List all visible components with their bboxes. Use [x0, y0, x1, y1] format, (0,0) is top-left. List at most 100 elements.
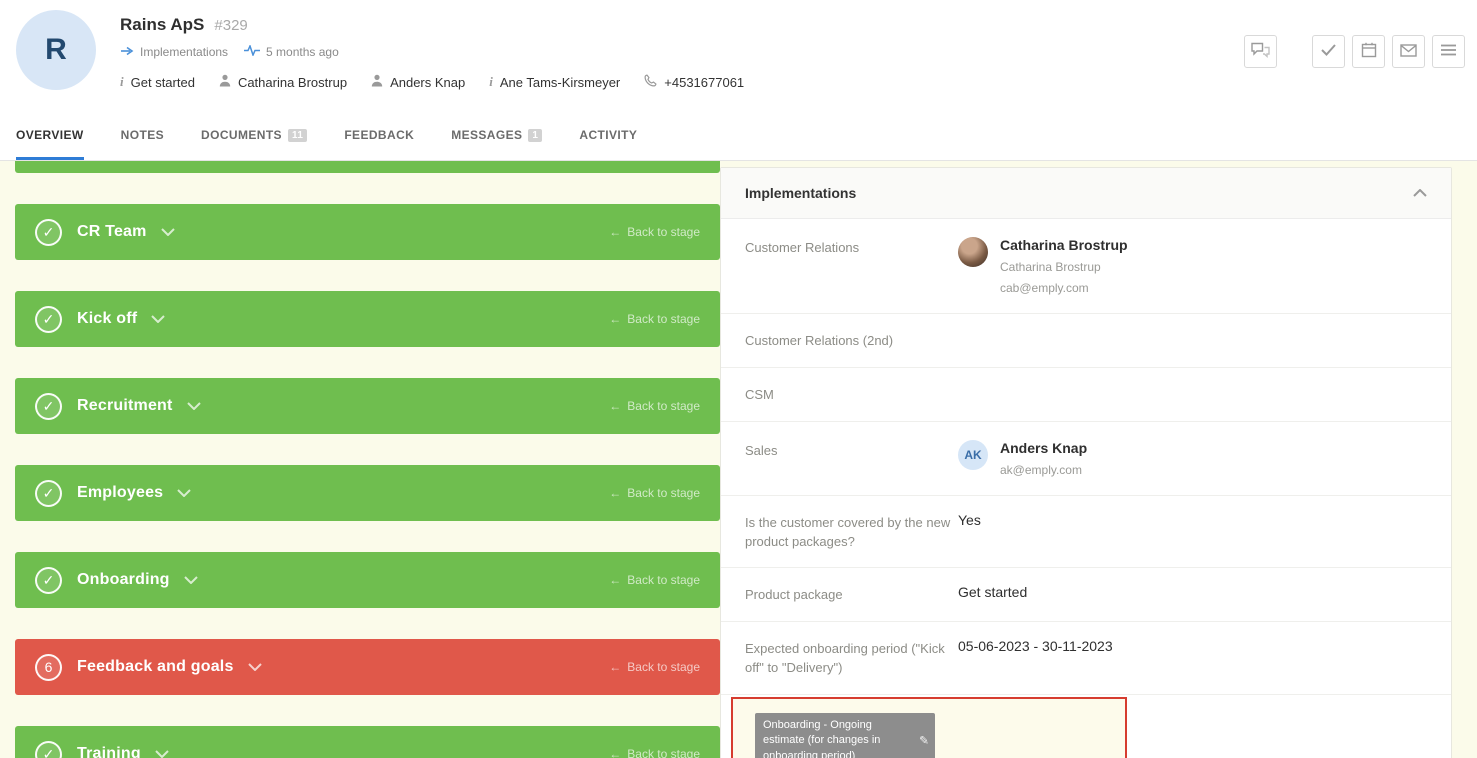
edit-pencil-icon[interactable]: ✎ [919, 733, 929, 750]
back-arrow-icon: ← [609, 312, 621, 326]
back-to-stage-link[interactable]: ←Back to stage [609, 573, 700, 587]
person-icon [219, 74, 231, 90]
stage-card-partial[interactable] [15, 161, 720, 173]
field-label: Sales [745, 440, 958, 477]
meta-person-1[interactable]: Catharina Brostrup [219, 74, 347, 90]
tab-overview[interactable]: OVERVIEW [16, 110, 84, 160]
comments-button[interactable] [1244, 35, 1277, 68]
back-to-stage-link[interactable]: ←Back to stage [609, 225, 700, 239]
back-arrow-icon: ← [609, 399, 621, 413]
stage-list: ✓ CR Team ←Back to stage ✓ Kick off ←Bac… [15, 161, 720, 758]
field-value: Yes [958, 512, 1427, 552]
back-arrow-icon: ← [609, 747, 621, 758]
back-arrow-icon: ← [609, 225, 621, 239]
field-row-customer-relations-2nd: Customer Relations (2nd) [721, 314, 1451, 368]
anders-avatar: AK [958, 440, 988, 470]
implementations-panel: Implementations Customer Relations Catha… [720, 167, 1452, 758]
tasks-button[interactable] [1312, 35, 1345, 68]
main-content: ✓ CR Team ←Back to stage ✓ Kick off ←Bac… [0, 161, 1477, 758]
tab-notes[interactable]: NOTES [121, 110, 164, 160]
stage-number-badge: 6 [35, 654, 62, 681]
header-info: Rains ApS #329 Implementations 5 months … [120, 10, 744, 110]
stage-card-training[interactable]: ✓ Training ←Back to stage [15, 726, 720, 758]
tab-activity[interactable]: ACTIVITY [579, 110, 637, 160]
tab-documents[interactable]: DOCUMENTS11 [201, 110, 307, 160]
chevron-down-icon[interactable] [248, 663, 262, 671]
hamburger-icon [1441, 44, 1456, 59]
field-row-customer-relations: Customer Relations Catharina Brostrup Ca… [721, 219, 1451, 314]
field-row-onboarding-period: Expected onboarding period ("Kick off" t… [721, 622, 1451, 695]
person-name: Anders Knap [1000, 440, 1087, 456]
back-to-stage-link[interactable]: ←Back to stage [609, 660, 700, 674]
envelope-icon [1400, 44, 1417, 60]
page-title: Rains ApS [120, 15, 204, 35]
stage-card-employees[interactable]: ✓ Employees ←Back to stage [15, 465, 720, 521]
field-label: Customer Relations [745, 237, 958, 295]
field-row-sales: Sales AK Anders Knap ak@emply.com [721, 422, 1451, 496]
back-to-stage-link[interactable]: ←Back to stage [609, 312, 700, 326]
stage-check-icon: ✓ [35, 480, 62, 507]
back-arrow-icon: ← [609, 573, 621, 587]
calendar-button[interactable] [1352, 35, 1385, 68]
chevron-down-icon[interactable] [161, 228, 175, 236]
stage-check-icon: ✓ [35, 306, 62, 333]
person-name: Catharina Brostrup [1000, 237, 1128, 253]
arrow-right-icon [120, 45, 134, 59]
person-email: ak@emply.com [1000, 463, 1087, 477]
back-arrow-icon: ← [609, 486, 621, 500]
field-row-covered: Is the customer covered by the new produ… [721, 496, 1451, 569]
breadcrumb[interactable]: Implementations [140, 45, 228, 59]
back-to-stage-link[interactable]: ←Back to stage [609, 747, 700, 758]
stage-card-feedback-and-goals[interactable]: 6 Feedback and goals ←Back to stage [15, 639, 720, 695]
messages-count-badge: 1 [528, 129, 542, 142]
tab-messages[interactable]: MESSAGES1 [451, 110, 542, 160]
field-label: Expected onboarding period ("Kick off" t… [745, 638, 958, 678]
comments-icon [1251, 42, 1270, 61]
field-tooltip-chip[interactable]: Onboarding - Ongoing estimate (for chang… [755, 713, 935, 758]
info-icon: i [120, 74, 124, 90]
stage-card-kick-off[interactable]: ✓ Kick off ←Back to stage [15, 291, 720, 347]
menu-button[interactable] [1432, 35, 1465, 68]
back-arrow-icon: ← [609, 660, 621, 674]
field-label: Is the customer covered by the new produ… [745, 512, 958, 552]
back-to-stage-link[interactable]: ←Back to stage [609, 486, 700, 500]
chevron-down-icon[interactable] [187, 402, 201, 410]
back-to-stage-link[interactable]: ←Back to stage [609, 399, 700, 413]
stage-card-cr-team[interactable]: ✓ CR Team ←Back to stage [15, 204, 720, 260]
meta-phone[interactable]: +4531677061 [644, 74, 744, 90]
stage-check-icon: ✓ [35, 741, 62, 758]
chevron-down-icon[interactable] [151, 315, 165, 323]
annotation-highlight-box: Onboarding - Ongoing estimate (for chang… [731, 697, 1127, 758]
tab-feedback[interactable]: FEEDBACK [344, 110, 414, 160]
header-actions [1244, 10, 1465, 110]
phone-icon [644, 74, 657, 90]
age-text: 5 months ago [266, 45, 339, 59]
header: R Rains ApS #329 Implementations 5 month… [0, 0, 1477, 110]
check-icon [1321, 44, 1336, 59]
person-email: cab@emply.com [1000, 281, 1128, 295]
stage-check-icon: ✓ [35, 219, 62, 246]
chevron-down-icon[interactable] [177, 489, 191, 497]
field-label: Product package [745, 584, 958, 605]
tab-bar: OVERVIEW NOTES DOCUMENTS11 FEEDBACK MESS… [0, 110, 1477, 161]
field-value: Get started [958, 584, 1427, 605]
stage-check-icon: ✓ [35, 393, 62, 420]
meta-product-package: i Get started [120, 74, 195, 90]
activity-pulse-icon [244, 45, 260, 59]
chevron-down-icon[interactable] [155, 750, 169, 758]
person-subtitle: Catharina Brostrup [1000, 260, 1128, 274]
email-button[interactable] [1392, 35, 1425, 68]
company-avatar: R [16, 10, 96, 90]
chevron-down-icon[interactable] [184, 576, 198, 584]
case-id: #329 [214, 17, 247, 34]
stage-card-recruitment[interactable]: ✓ Recruitment ←Back to stage [15, 378, 720, 434]
stage-card-onboarding[interactable]: ✓ Onboarding ←Back to stage [15, 552, 720, 608]
person-icon [371, 74, 383, 90]
field-label: CSM [745, 384, 958, 405]
chevron-up-icon[interactable] [1413, 184, 1427, 202]
panel-header[interactable]: Implementations [721, 168, 1451, 219]
calendar-icon [1361, 42, 1377, 61]
meta-person-2[interactable]: Anders Knap [371, 74, 465, 90]
documents-count-badge: 11 [288, 129, 307, 142]
field-row-onboarding-estimate: Onboarding - Ongoing estimate (for chang… [721, 695, 1451, 758]
